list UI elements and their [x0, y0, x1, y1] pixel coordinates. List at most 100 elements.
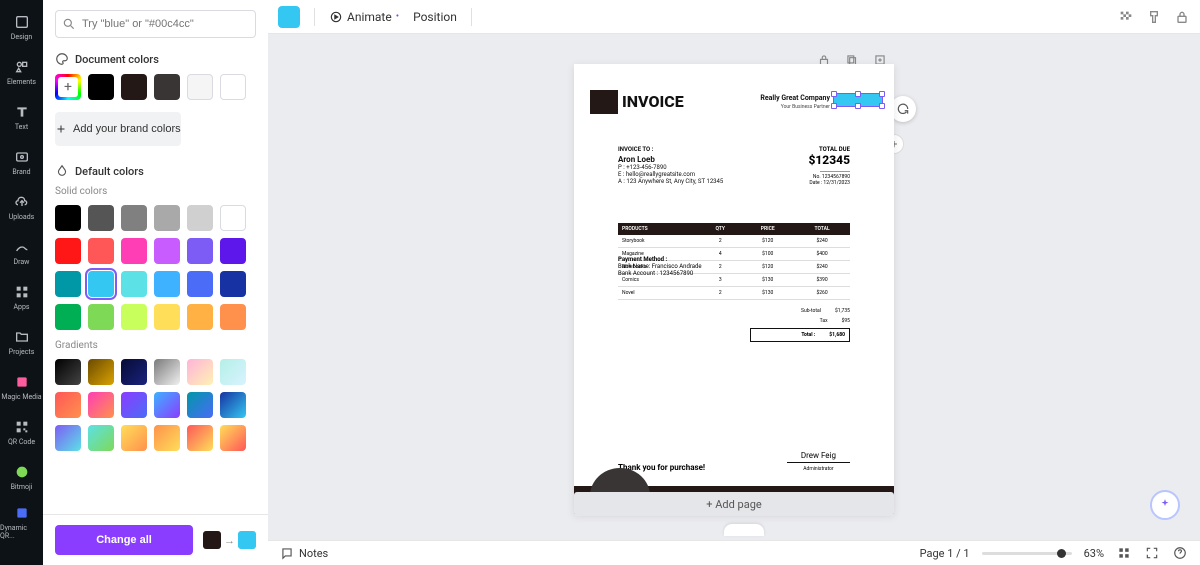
- color-swatch[interactable]: [220, 271, 246, 297]
- color-swatch[interactable]: [154, 304, 180, 330]
- footer-row[interactable]: Thank you for purchase! Drew Feig Admini…: [618, 451, 850, 472]
- rail-item-elements[interactable]: Elements: [0, 49, 43, 94]
- company-sub[interactable]: Your Business Partner: [781, 104, 830, 110]
- gradient-swatch[interactable]: [88, 425, 114, 451]
- lock-icon[interactable]: [1174, 9, 1190, 25]
- color-swatch[interactable]: [220, 74, 246, 100]
- color-swatch[interactable]: [88, 74, 114, 100]
- help-icon[interactable]: [1172, 545, 1188, 561]
- rail-item-magic-media[interactable]: Magic Media: [0, 364, 43, 409]
- gradient-swatch[interactable]: [55, 359, 81, 385]
- color-swatch[interactable]: [55, 205, 81, 231]
- color-swatch[interactable]: [187, 74, 213, 100]
- rail-item-design[interactable]: Design: [0, 4, 43, 49]
- zoom-slider[interactable]: [982, 552, 1072, 555]
- animate-button[interactable]: Animate•: [329, 10, 399, 24]
- color-swatch[interactable]: [121, 205, 147, 231]
- color-swatch[interactable]: [121, 238, 147, 264]
- gradient-swatch[interactable]: [55, 392, 81, 418]
- color-search[interactable]: [55, 10, 256, 38]
- design-page[interactable]: INVOICE Really Great Company Your Busine…: [574, 64, 894, 514]
- color-swatch[interactable]: [220, 238, 246, 264]
- invoice-title[interactable]: INVOICE: [622, 92, 684, 111]
- color-panel: Document colors Add your brand colors De…: [43, 0, 268, 565]
- rail-item-uploads[interactable]: Uploads: [0, 184, 43, 229]
- gradient-swatch[interactable]: [220, 425, 246, 451]
- gradient-swatch[interactable]: [121, 359, 147, 385]
- color-swatch[interactable]: [121, 271, 147, 297]
- gradient-swatch[interactable]: [55, 425, 81, 451]
- grid-view-icon[interactable]: [1116, 545, 1132, 561]
- plus-icon: [55, 123, 67, 135]
- transparency-icon[interactable]: [1118, 9, 1134, 25]
- color-swatch[interactable]: [121, 74, 147, 100]
- assistant-button[interactable]: [1150, 490, 1180, 520]
- color-swatch[interactable]: [121, 304, 147, 330]
- color-swatch[interactable]: [55, 238, 81, 264]
- position-button[interactable]: Position: [413, 10, 457, 24]
- copy-style-icon[interactable]: [1146, 9, 1162, 25]
- color-swatch[interactable]: [88, 271, 114, 297]
- gradient-swatch[interactable]: [121, 392, 147, 418]
- add-page-button[interactable]: + Add page: [574, 492, 894, 516]
- color-swatch[interactable]: [88, 205, 114, 231]
- rail-item-bitmoji[interactable]: Bitmoji: [0, 454, 43, 499]
- color-swatch[interactable]: [187, 205, 213, 231]
- add-brand-colors-button[interactable]: Add your brand colors: [55, 112, 181, 146]
- rail-item-projects[interactable]: Projects: [0, 319, 43, 364]
- rail-item-draw[interactable]: Draw: [0, 229, 43, 274]
- totals[interactable]: Sub-total$1,735 Tax$95 Total :$1,680: [618, 306, 850, 342]
- gradient-swatch[interactable]: [154, 392, 180, 418]
- invoice-logo[interactable]: [590, 90, 618, 114]
- gradient-swatch[interactable]: [154, 359, 180, 385]
- pair-from-swatch[interactable]: [203, 531, 221, 549]
- gradient-swatch[interactable]: [121, 425, 147, 451]
- panel-scroll[interactable]: Document colors Add your brand colors De…: [43, 0, 268, 514]
- payment-method[interactable]: Payment Method : Bank Name: Francisco An…: [618, 256, 702, 277]
- color-swatch[interactable]: [55, 271, 81, 297]
- pay-title: Payment Method :: [618, 256, 702, 263]
- gradient-swatch[interactable]: [187, 359, 213, 385]
- gradient-swatch[interactable]: [88, 359, 114, 385]
- dynamic-qr-icon: [13, 504, 31, 522]
- fullscreen-icon[interactable]: [1144, 545, 1160, 561]
- rail-item-apps[interactable]: Apps: [0, 274, 43, 319]
- color-swatch[interactable]: [154, 238, 180, 264]
- invoice-due[interactable]: TOTAL DUE $12345 No. 1234567890 Date : 1…: [808, 146, 850, 186]
- gradient-swatch[interactable]: [154, 425, 180, 451]
- color-swatch[interactable]: [220, 304, 246, 330]
- gradient-swatch[interactable]: [220, 359, 246, 385]
- color-swatch[interactable]: [187, 238, 213, 264]
- color-swatch[interactable]: [154, 74, 180, 100]
- selected-element[interactable]: [834, 94, 882, 106]
- search-input[interactable]: [82, 18, 249, 30]
- rail-item-brand[interactable]: Brand: [0, 139, 43, 184]
- gradient-swatch[interactable]: [88, 392, 114, 418]
- change-all-button[interactable]: Change all: [55, 525, 193, 555]
- color-swatch[interactable]: [154, 205, 180, 231]
- admin-name: Drew Feig: [787, 451, 850, 463]
- page-indicator[interactable]: Page 1 / 1: [920, 547, 970, 560]
- rail-item-text[interactable]: Text: [0, 94, 43, 139]
- company-name[interactable]: Really Great Company: [760, 94, 830, 102]
- color-swatch[interactable]: [88, 238, 114, 264]
- color-swatch[interactable]: [154, 271, 180, 297]
- color-swatch[interactable]: [220, 205, 246, 231]
- rail-item-dynamic-qr[interactable]: Dynamic QR...: [0, 499, 43, 544]
- add-color-swatch[interactable]: [55, 74, 81, 100]
- gradient-swatch[interactable]: [220, 392, 246, 418]
- notes-button[interactable]: Notes: [280, 546, 328, 560]
- color-swatch[interactable]: [187, 304, 213, 330]
- color-swatch[interactable]: [88, 304, 114, 330]
- canvas-area[interactable]: + INVOICE Really Great Company Your Busi…: [268, 34, 1200, 540]
- pair-to-swatch[interactable]: [238, 531, 256, 549]
- gradient-swatch[interactable]: [187, 392, 213, 418]
- context-toolbar: Animate• Position: [268, 0, 1200, 34]
- zoom-value[interactable]: 63%: [1084, 547, 1104, 560]
- rail-item-qr[interactable]: QR Code: [0, 409, 43, 454]
- color-swatch[interactable]: [187, 271, 213, 297]
- gradient-swatch[interactable]: [187, 425, 213, 451]
- color-swatch[interactable]: [55, 304, 81, 330]
- fill-color-swatch[interactable]: [278, 6, 300, 28]
- collapse-handle[interactable]: [724, 524, 764, 536]
